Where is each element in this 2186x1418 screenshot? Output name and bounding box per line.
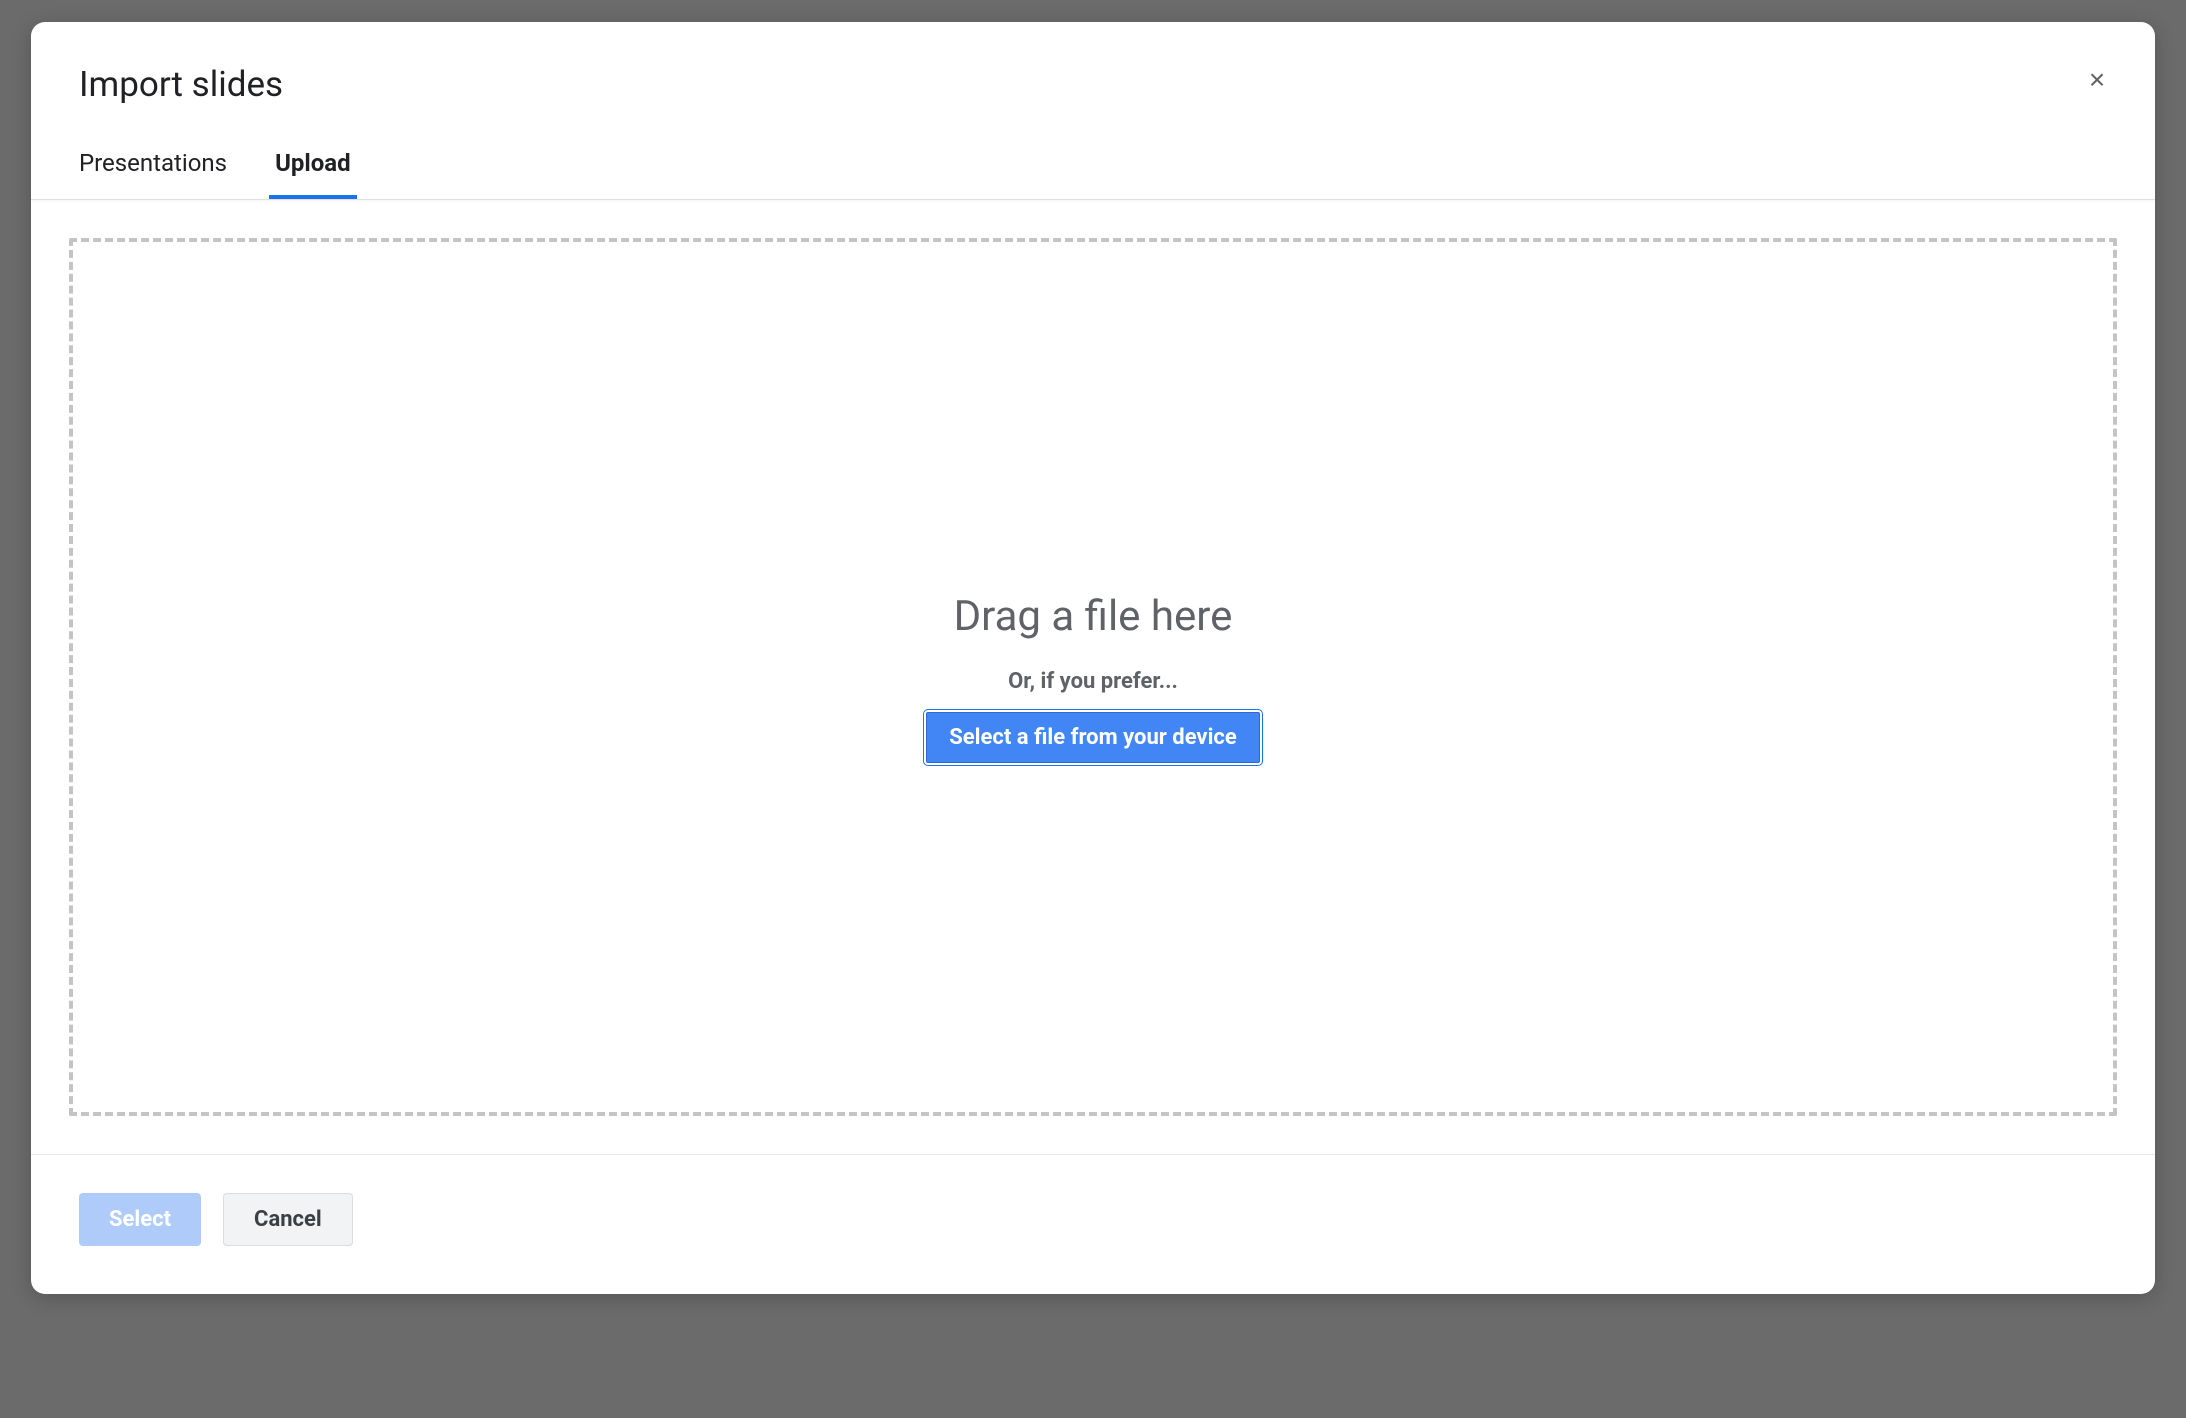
modal-header: Import slides × (31, 22, 2155, 105)
modal-overlay: Import slides × Presentations Upload Dra… (0, 0, 2186, 1418)
modal-body: Drag a file here Or, if you prefer... Se… (31, 200, 2155, 1154)
cancel-button[interactable]: Cancel (223, 1193, 353, 1246)
import-slides-modal: Import slides × Presentations Upload Dra… (31, 22, 2155, 1294)
select-file-button[interactable]: Select a file from your device (926, 712, 1259, 763)
tab-upload[interactable]: Upload (275, 149, 351, 199)
close-icon: × (2089, 64, 2105, 96)
file-dropzone[interactable]: Drag a file here Or, if you prefer... Se… (69, 238, 2117, 1116)
drag-file-text: Drag a file here (954, 592, 1233, 641)
modal-title: Import slides (79, 64, 2107, 105)
tabs: Presentations Upload (31, 149, 2155, 200)
select-button[interactable]: Select (79, 1193, 201, 1246)
tab-presentations[interactable]: Presentations (79, 149, 227, 199)
modal-footer: Select Cancel (31, 1154, 2155, 1294)
prefer-text: Or, if you prefer... (1008, 669, 1178, 694)
close-button[interactable]: × (2081, 64, 2113, 96)
